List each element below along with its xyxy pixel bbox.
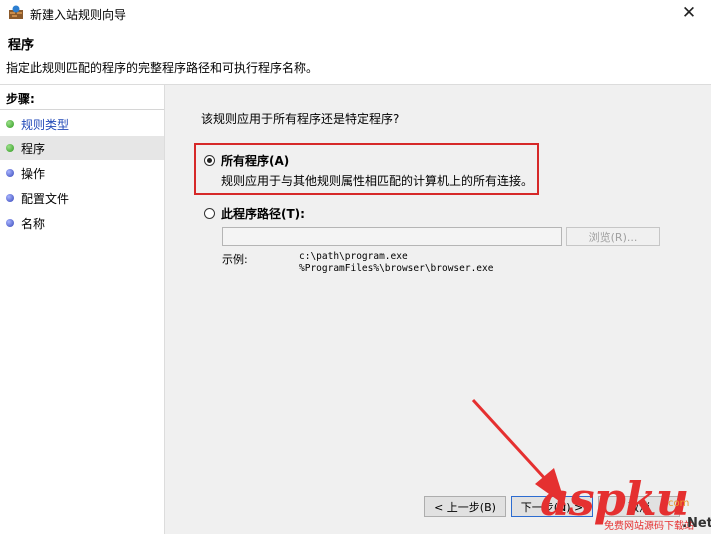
step-label: 操作 (21, 166, 46, 181)
step-name: 名称 (0, 211, 164, 235)
page-description: 指定此规则匹配的程序的完整程序路径和可执行程序名称。 (6, 61, 319, 75)
close-icon: ✕ (681, 3, 697, 23)
step-current-icon (6, 144, 14, 152)
all-programs-label[interactable]: 所有程序(A) (221, 152, 289, 169)
program-path-radio[interactable] (204, 208, 215, 219)
program-path-input[interactable] (222, 227, 562, 246)
all-programs-radio[interactable] (204, 155, 215, 166)
step-program[interactable]: 程序 (0, 136, 164, 160)
window-title: 新建入站规则向导 (30, 8, 127, 22)
step-profile: 配置文件 (0, 186, 164, 210)
wizard-content: 该规则应用于所有程序还是特定程序? 所有程序(A) 规则应用于与其他规则属性相匹… (165, 85, 711, 534)
step-rule-type[interactable]: 规则类型 (0, 112, 164, 136)
watermark-caption: 免费网站源码下载站 (604, 521, 694, 532)
step-label: 规则类型 (21, 117, 70, 132)
step-label: 名称 (21, 216, 46, 231)
steps-divider (0, 109, 164, 110)
close-button[interactable]: ✕ (667, 0, 711, 26)
step-completed-icon (6, 120, 14, 128)
step-pending-icon (6, 169, 14, 177)
watermark-small-text: com (668, 498, 690, 509)
step-label: 程序 (21, 141, 46, 156)
example-label: 示例: (222, 253, 248, 266)
title-bar: 新建入站规则向导 ✕ (0, 0, 711, 26)
watermark-suffix: .Net (682, 516, 711, 531)
example-path-1: c:\path\program.exe (299, 251, 408, 262)
page-title: 程序 (8, 38, 35, 53)
example-path-2: %ProgramFiles%\browser\browser.exe (299, 263, 494, 274)
wizard-header: 程序 指定此规则匹配的程序的完整程序路径和可执行程序名称。 (0, 26, 711, 85)
firewall-app-icon (9, 5, 23, 19)
program-path-label[interactable]: 此程序路径(T): (221, 205, 305, 222)
scope-question: 该规则应用于所有程序还是特定程序? (201, 112, 400, 126)
step-action: 操作 (0, 161, 164, 185)
all-programs-description: 规则应用于与其他规则属性相匹配的计算机上的所有连接。 (221, 174, 534, 188)
step-pending-icon (6, 219, 14, 227)
step-pending-icon (6, 194, 14, 202)
steps-panel: 步骤: 规则类型 程序 操作 配置文件 名称 (0, 85, 165, 534)
browse-button[interactable]: 浏览(R)... (566, 227, 660, 246)
back-button[interactable]: < 上一步(B) (424, 496, 506, 517)
steps-title: 步骤: (6, 92, 35, 106)
step-label: 配置文件 (21, 191, 70, 206)
